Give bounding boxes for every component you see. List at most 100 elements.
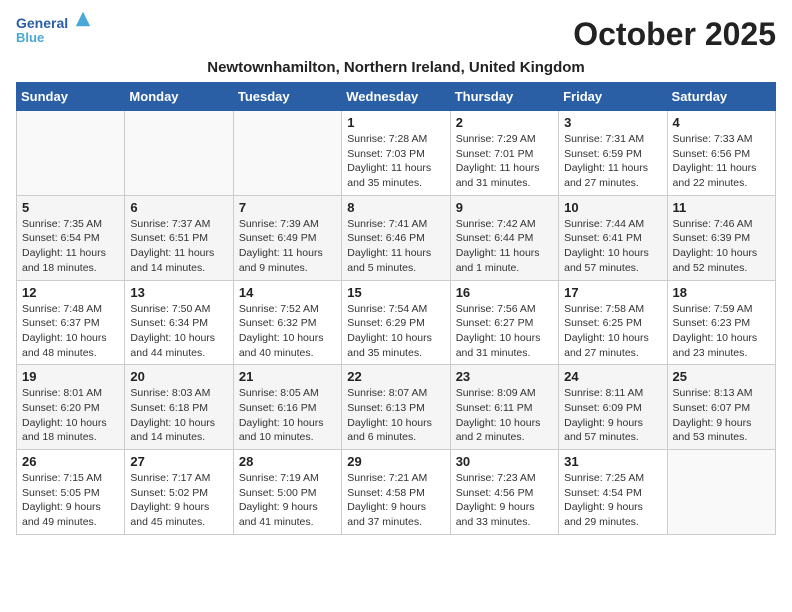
day-number: 31 — [564, 454, 661, 469]
calendar-day-cell: 9 Sunrise: 7:42 AM Sunset: 6:44 PM Daylig… — [450, 195, 558, 280]
day-info: Sunrise: 7:42 AM Sunset: 6:44 PM Dayligh… — [456, 217, 553, 276]
calendar-day-cell: 8Sunrise: 7:41 AM Sunset: 6:46 PM Daylig… — [342, 195, 450, 280]
calendar-day-cell: 6 Sunrise: 7:37 AM Sunset: 6:51 PM Daylig… — [125, 195, 233, 280]
calendar-day-cell: 19Sunrise: 8:01 AM Sunset: 6:20 PM Dayli… — [17, 365, 125, 450]
day-number: 9 — [456, 200, 553, 215]
calendar-day-cell: 30 Sunrise: 7:23 AM Sunset: 4:56 PM Dayli… — [450, 450, 558, 535]
day-info: Sunrise: 7:54 AM Sunset: 6:29 PM Dayligh… — [347, 302, 444, 361]
day-number: 25 — [673, 369, 770, 384]
day-number: 16 — [456, 285, 553, 300]
calendar-day-cell: 23 Sunrise: 8:09 AM Sunset: 6:11 PM Dayli… — [450, 365, 558, 450]
day-number: 11 — [673, 200, 770, 215]
calendar-week-row: 12 Sunrise: 7:48 AM Sunset: 6:37 PM Dayli… — [17, 280, 776, 365]
calendar-day-cell: 16 Sunrise: 7:56 AM Sunset: 6:27 PM Dayli… — [450, 280, 558, 365]
calendar-day-cell: 2 Sunrise: 7:29 AM Sunset: 7:01 PM Daylig… — [450, 111, 558, 196]
calendar-day-cell: 18 Sunrise: 7:59 AM Sunset: 6:23 PM Dayli… — [667, 280, 775, 365]
calendar-day-cell: 15 Sunrise: 7:54 AM Sunset: 6:29 PM Dayli… — [342, 280, 450, 365]
calendar-day-cell: 20 Sunrise: 8:03 AM Sunset: 6:18 PM Dayli… — [125, 365, 233, 450]
calendar-day-cell: 29Sunrise: 7:21 AM Sunset: 4:58 PM Dayli… — [342, 450, 450, 535]
day-number: 18 — [673, 285, 770, 300]
day-info: Sunrise: 7:50 AM Sunset: 6:34 PM Dayligh… — [130, 302, 227, 361]
day-number: 7 — [239, 200, 336, 215]
calendar-day-cell: 25 Sunrise: 8:13 AM Sunset: 6:07 PM Dayli… — [667, 365, 775, 450]
day-number: 1 — [347, 115, 444, 130]
calendar-day-header: Sunday — [17, 83, 125, 111]
day-number: 13 — [130, 285, 227, 300]
day-info: Sunrise: 7:48 AM Sunset: 6:37 PM Dayligh… — [22, 302, 119, 361]
calendar-week-row: 5Sunrise: 7:35 AM Sunset: 6:54 PM Daylig… — [17, 195, 776, 280]
calendar-header-row: SundayMondayTuesdayWednesdayThursdayFrid… — [17, 83, 776, 111]
calendar-day-cell: 17 Sunrise: 7:58 AM Sunset: 6:25 PM Dayli… — [559, 280, 667, 365]
day-info: Sunrise: 7:41 AM Sunset: 6:46 PM Dayligh… — [347, 217, 444, 276]
day-number: 15 — [347, 285, 444, 300]
day-number: 22 — [347, 369, 444, 384]
day-info: Sunrise: 7:17 AM Sunset: 5:02 PM Dayligh… — [130, 471, 227, 530]
calendar-day-cell: 11 Sunrise: 7:46 AM Sunset: 6:39 PM Dayli… — [667, 195, 775, 280]
day-info: Sunrise: 7:56 AM Sunset: 6:27 PM Dayligh… — [456, 302, 553, 361]
day-info: Sunrise: 7:19 AM Sunset: 5:00 PM Dayligh… — [239, 471, 336, 530]
calendar-day-cell: 1 Sunrise: 7:28 AM Sunset: 7:03 PM Daylig… — [342, 111, 450, 196]
calendar-day-cell: 26Sunrise: 7:15 AM Sunset: 5:05 PM Dayli… — [17, 450, 125, 535]
day-number: 20 — [130, 369, 227, 384]
calendar-day-cell — [233, 111, 341, 196]
logo-blue: Blue — [16, 31, 92, 45]
calendar-day-cell: 10 Sunrise: 7:44 AM Sunset: 6:41 PM Dayli… — [559, 195, 667, 280]
day-number: 30 — [456, 454, 553, 469]
calendar-day-cell: 4 Sunrise: 7:33 AM Sunset: 6:56 PM Daylig… — [667, 111, 775, 196]
logo-text: General — [16, 16, 92, 31]
calendar-day-cell: 3 Sunrise: 7:31 AM Sunset: 6:59 PM Daylig… — [559, 111, 667, 196]
day-number: 12 — [22, 285, 119, 300]
day-info: Sunrise: 7:44 AM Sunset: 6:41 PM Dayligh… — [564, 217, 661, 276]
calendar-day-cell — [125, 111, 233, 196]
day-info: Sunrise: 7:59 AM Sunset: 6:23 PM Dayligh… — [673, 302, 770, 361]
day-info: Sunrise: 7:37 AM Sunset: 6:51 PM Dayligh… — [130, 217, 227, 276]
calendar-day-cell: 24Sunrise: 8:11 AM Sunset: 6:09 PM Dayli… — [559, 365, 667, 450]
day-number: 17 — [564, 285, 661, 300]
day-info: Sunrise: 7:58 AM Sunset: 6:25 PM Dayligh… — [564, 302, 661, 361]
day-number: 4 — [673, 115, 770, 130]
day-number: 27 — [130, 454, 227, 469]
day-info: Sunrise: 7:29 AM Sunset: 7:01 PM Dayligh… — [456, 132, 553, 191]
day-info: Sunrise: 8:05 AM Sunset: 6:16 PM Dayligh… — [239, 386, 336, 445]
day-info: Sunrise: 8:13 AM Sunset: 6:07 PM Dayligh… — [673, 386, 770, 445]
day-info: Sunrise: 7:33 AM Sunset: 6:56 PM Dayligh… — [673, 132, 770, 191]
day-info: Sunrise: 8:03 AM Sunset: 6:18 PM Dayligh… — [130, 386, 227, 445]
day-info: Sunrise: 8:11 AM Sunset: 6:09 PM Dayligh… — [564, 386, 661, 445]
calendar-day-header: Wednesday — [342, 83, 450, 111]
calendar-day-cell: 14 Sunrise: 7:52 AM Sunset: 6:32 PM Dayli… — [233, 280, 341, 365]
logo: General Blue — [16, 16, 92, 46]
day-info: Sunrise: 7:52 AM Sunset: 6:32 PM Dayligh… — [239, 302, 336, 361]
calendar-day-cell: 31Sunrise: 7:25 AM Sunset: 4:54 PM Dayli… — [559, 450, 667, 535]
day-info: Sunrise: 7:23 AM Sunset: 4:56 PM Dayligh… — [456, 471, 553, 530]
day-number: 2 — [456, 115, 553, 130]
day-number: 10 — [564, 200, 661, 215]
location-title: Newtownhamilton, Northern Ireland, Unite… — [16, 59, 776, 76]
calendar-table: SundayMondayTuesdayWednesdayThursdayFrid… — [16, 82, 776, 535]
day-info: Sunrise: 8:07 AM Sunset: 6:13 PM Dayligh… — [347, 386, 444, 445]
day-info: Sunrise: 7:28 AM Sunset: 7:03 PM Dayligh… — [347, 132, 444, 191]
calendar-week-row: 19Sunrise: 8:01 AM Sunset: 6:20 PM Dayli… — [17, 365, 776, 450]
day-number: 19 — [22, 369, 119, 384]
calendar-day-cell: 7Sunrise: 7:39 AM Sunset: 6:49 PM Daylig… — [233, 195, 341, 280]
day-info: Sunrise: 8:09 AM Sunset: 6:11 PM Dayligh… — [456, 386, 553, 445]
day-number: 5 — [22, 200, 119, 215]
calendar-week-row: 26Sunrise: 7:15 AM Sunset: 5:05 PM Dayli… — [17, 450, 776, 535]
calendar-day-cell: 28 Sunrise: 7:19 AM Sunset: 5:00 PM Dayli… — [233, 450, 341, 535]
calendar-day-cell: 5Sunrise: 7:35 AM Sunset: 6:54 PM Daylig… — [17, 195, 125, 280]
month-title: October 2025 — [573, 16, 776, 53]
calendar-day-cell: 21Sunrise: 8:05 AM Sunset: 6:16 PM Dayli… — [233, 365, 341, 450]
day-number: 26 — [22, 454, 119, 469]
calendar-day-header: Saturday — [667, 83, 775, 111]
day-number: 3 — [564, 115, 661, 130]
day-number: 14 — [239, 285, 336, 300]
month-title-section: October 2025 — [573, 16, 776, 53]
day-info: Sunrise: 7:21 AM Sunset: 4:58 PM Dayligh… — [347, 471, 444, 530]
day-info: Sunrise: 7:31 AM Sunset: 6:59 PM Dayligh… — [564, 132, 661, 191]
day-number: 28 — [239, 454, 336, 469]
calendar-day-cell: 12 Sunrise: 7:48 AM Sunset: 6:37 PM Dayli… — [17, 280, 125, 365]
calendar-day-cell: 27 Sunrise: 7:17 AM Sunset: 5:02 PM Dayli… — [125, 450, 233, 535]
day-number: 6 — [130, 200, 227, 215]
day-info: Sunrise: 7:46 AM Sunset: 6:39 PM Dayligh… — [673, 217, 770, 276]
calendar-day-header: Thursday — [450, 83, 558, 111]
day-number: 23 — [456, 369, 553, 384]
